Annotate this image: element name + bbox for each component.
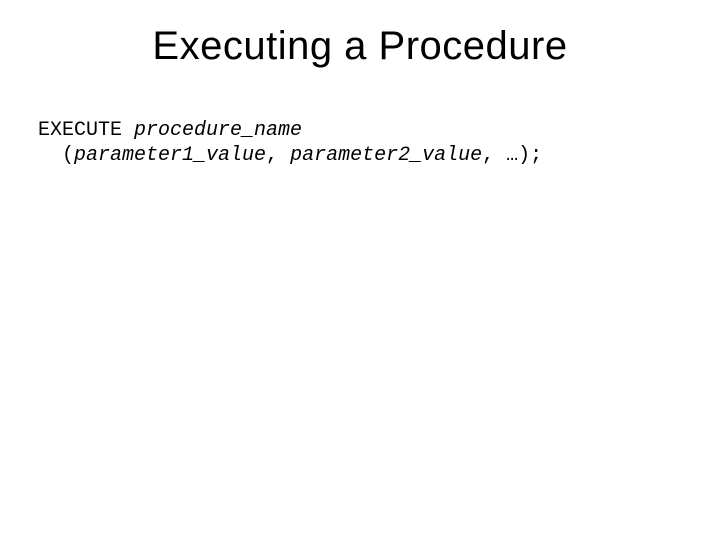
code-sep1: , (266, 144, 290, 167)
code-block: EXECUTE procedure_name (parameter1_value… (38, 118, 542, 168)
code-tail: , …); (482, 144, 542, 167)
param2: parameter2_value (290, 144, 482, 167)
procedure-name: procedure_name (134, 119, 302, 142)
slide-title: Executing a Procedure (0, 24, 720, 69)
slide: Executing a Procedure EXECUTE procedure_… (0, 0, 720, 540)
code-indent: ( (38, 144, 74, 167)
keyword-execute: EXECUTE (38, 119, 134, 142)
param1: parameter1_value (74, 144, 266, 167)
